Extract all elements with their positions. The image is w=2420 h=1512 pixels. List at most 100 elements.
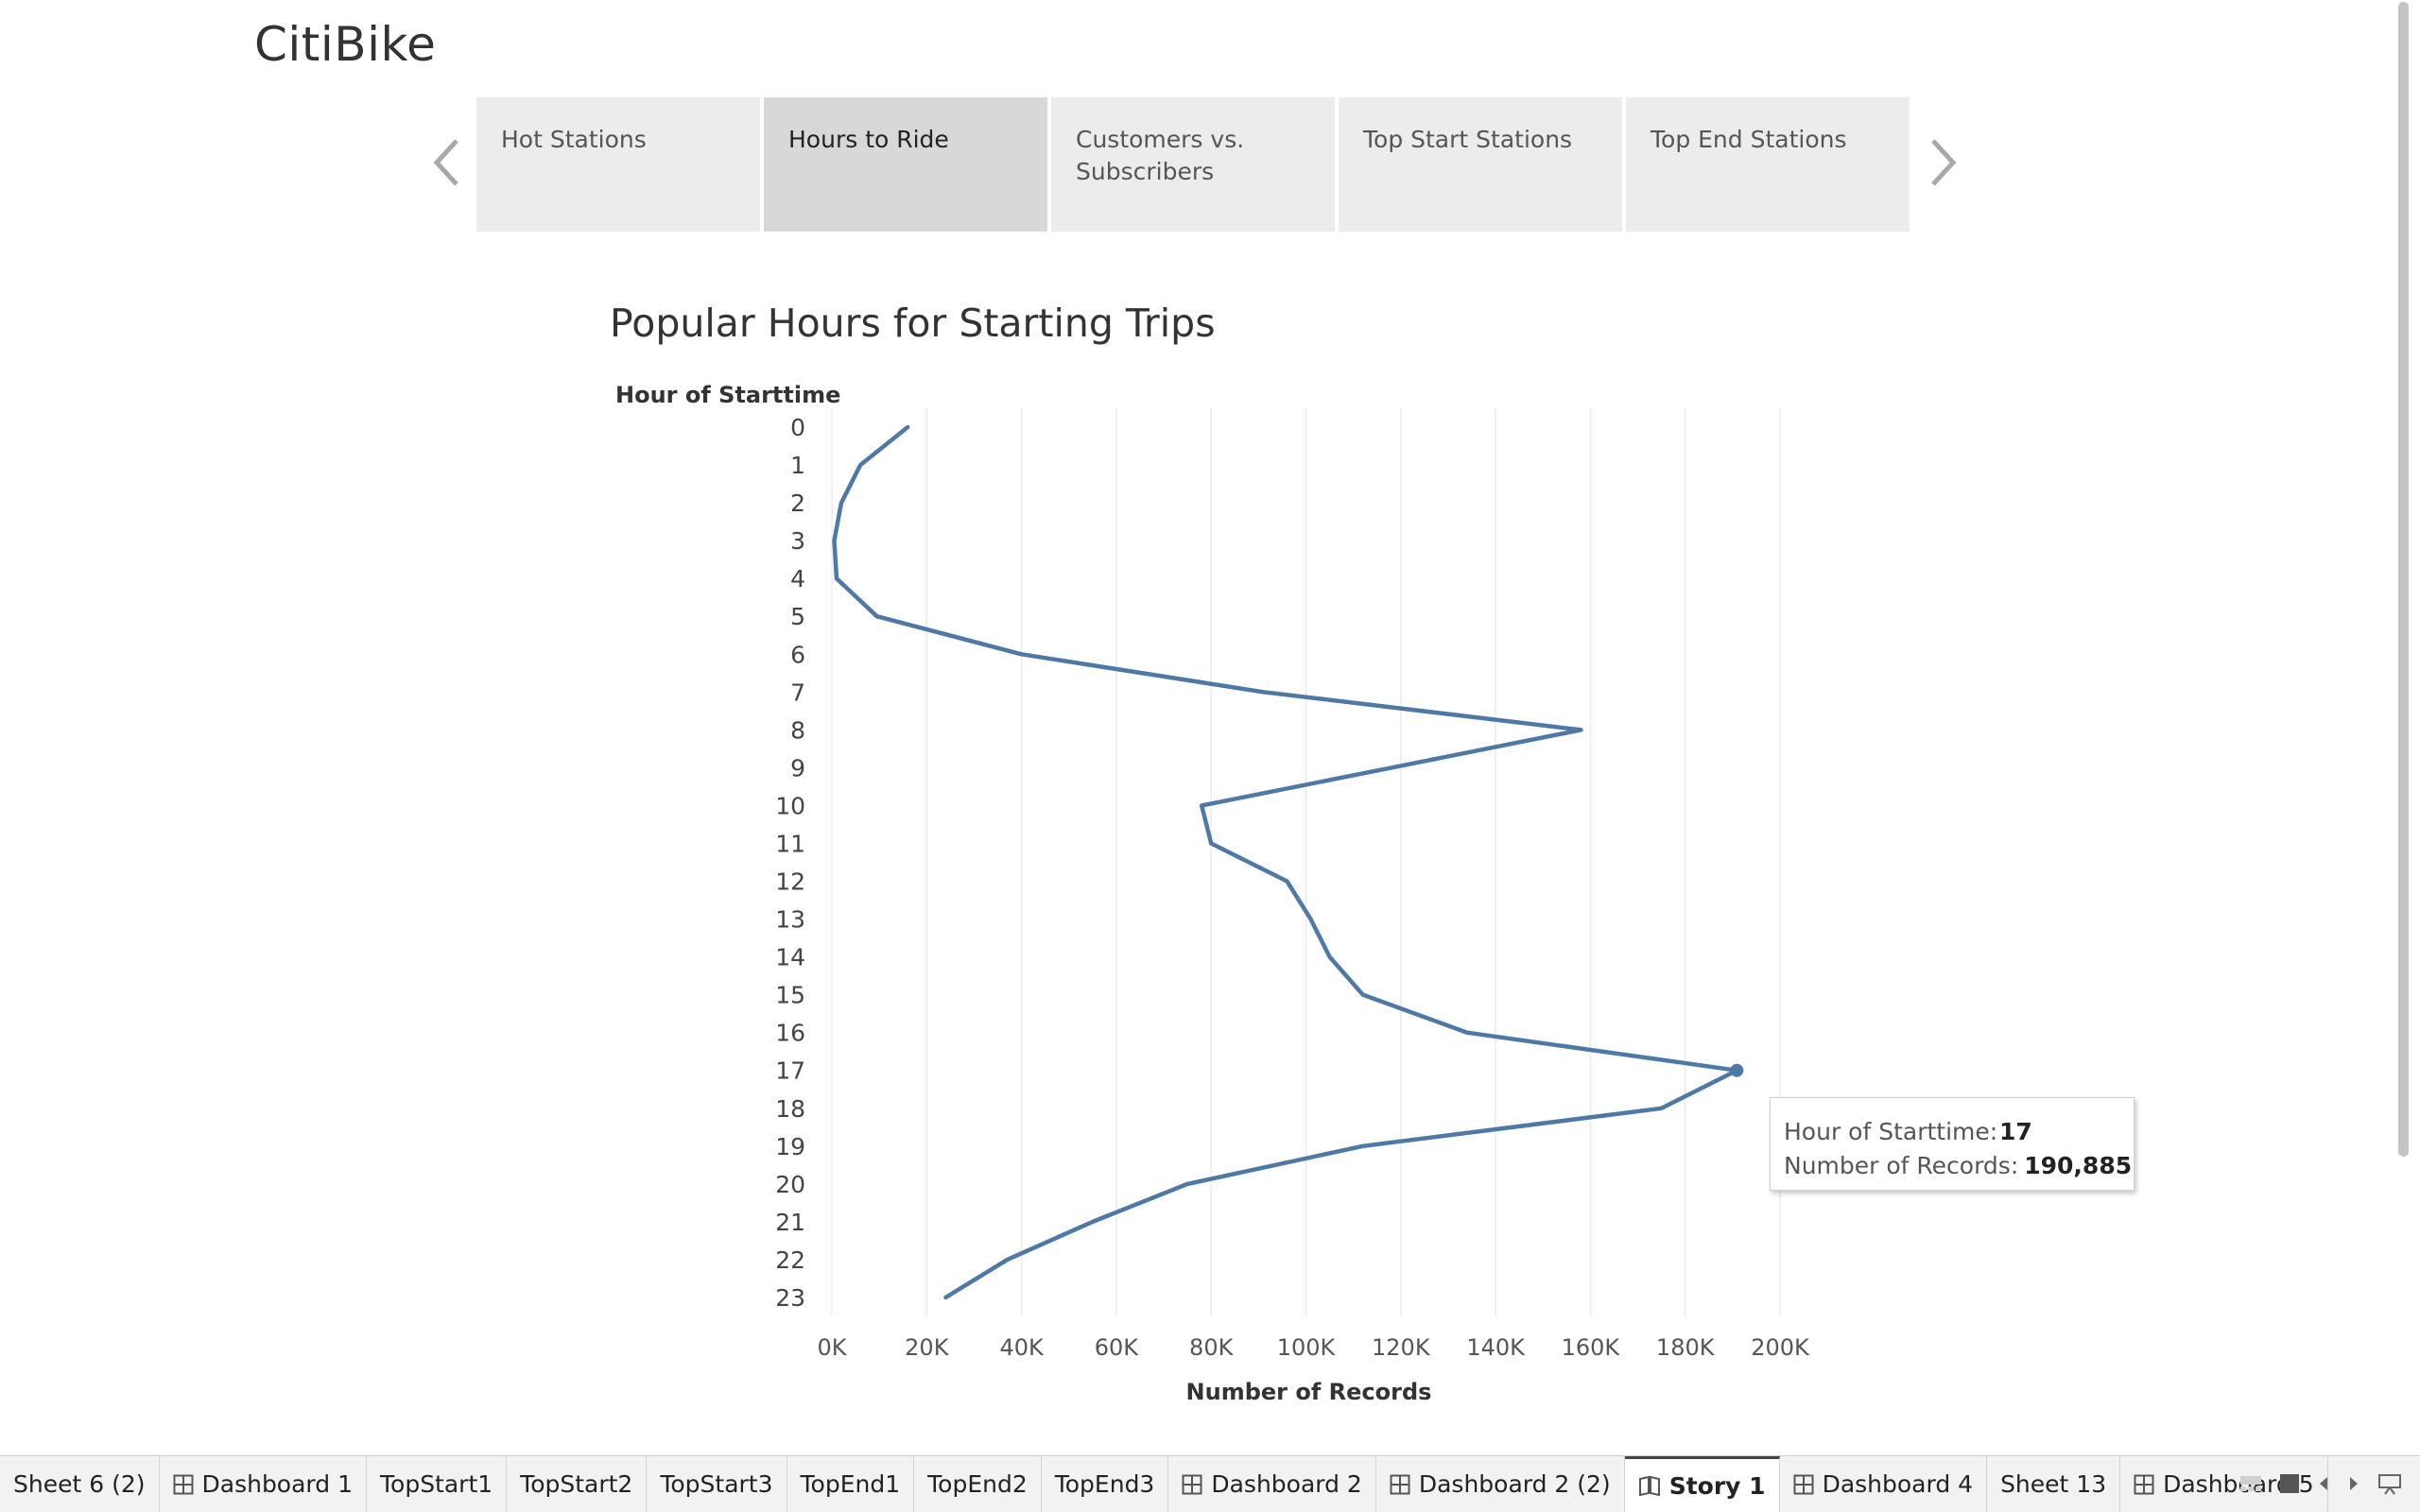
x-tick-label: 180K (1656, 1334, 1716, 1361)
x-tick-label: 160K (1562, 1334, 1621, 1361)
data-point (1361, 1144, 1365, 1148)
y-tick-label: 1 (790, 452, 805, 479)
sheet-tab-label: TopEnd1 (800, 1470, 901, 1498)
data-point (1660, 1107, 1664, 1110)
x-axis-title: Number of Records (1186, 1379, 1432, 1405)
sheet-tab-dashboard-1[interactable]: Dashboard 1 (160, 1456, 367, 1512)
sheet-tab-label: Dashboard 4 (1822, 1470, 1974, 1498)
data-point (839, 501, 843, 505)
y-tick-label: 8 (790, 716, 805, 744)
sheet-tab-topend1[interactable]: TopEnd1 (787, 1456, 915, 1512)
y-tick-label: 23 (775, 1284, 805, 1312)
sheet-tab-dashboard-4[interactable]: Dashboard 4 (1780, 1456, 1988, 1512)
data-point (1091, 1220, 1095, 1224)
y-tick-label: 0 (790, 414, 805, 441)
data-point (1390, 765, 1393, 769)
data-point (906, 425, 909, 429)
filmstrip-icon[interactable] (2239, 1474, 2262, 1493)
data-point (1579, 728, 1582, 731)
sheet-tab-dashboard-2[interactable]: Dashboard 2 (1168, 1456, 1376, 1512)
data-point (1185, 1182, 1189, 1186)
tooltip-records-label: Number of Records: (1784, 1152, 2019, 1179)
sheet-tab-label: Sheet 6 (2) (13, 1470, 146, 1498)
x-tick-label: 80K (1189, 1334, 1235, 1361)
y-tick-label: 9 (790, 754, 805, 782)
dashboard-icon (1390, 1474, 1410, 1495)
data-tooltip: Hour of Starttime:17 Number of Records: 1… (1770, 1097, 2135, 1191)
sheet-tab-topstart3[interactable]: TopStart3 (647, 1456, 787, 1512)
data-point (1361, 993, 1365, 997)
sheet-tab-label: Dashboard 2 (1211, 1470, 1362, 1498)
sheet-tab-label: TopStart3 (660, 1470, 773, 1498)
tooltip-records-row: Number of Records: 190,885 (1784, 1149, 2132, 1183)
sheet-tab-dashboard-2-2[interactable]: Dashboard 2 (2) (1376, 1456, 1625, 1512)
presentation-icon[interactable] (2377, 1472, 2402, 1495)
sheet-tab-sheet-13[interactable]: Sheet 13 (1987, 1456, 2121, 1512)
y-tick-label: 16 (775, 1020, 805, 1047)
scroll-right-icon[interactable] (2347, 1475, 2360, 1492)
y-tick-label: 13 (775, 906, 805, 934)
sheet-tabs: Sheet 6 (2) Dashboard 1 TopStart1 TopStart2… (0, 1456, 2328, 1512)
x-tick-label: 20K (905, 1334, 950, 1361)
sheet-tab-sheet-6-2[interactable]: Sheet 6 (2) (0, 1456, 160, 1512)
data-point (1200, 803, 1203, 807)
y-tick-label: 14 (775, 944, 805, 971)
dashboard-icon (2134, 1474, 2154, 1495)
y-tick-label: 17 (775, 1057, 805, 1085)
sheet-tab-bar: Sheet 6 (2) Dashboard 1 TopStart1 TopStart2… (0, 1455, 2420, 1512)
y-tick-label: 5 (790, 603, 805, 630)
sheet-tab-label: Story 1 (1668, 1471, 1766, 1500)
data-point (875, 614, 879, 618)
tab-bar-controls (2231, 1456, 2420, 1511)
y-tick-label: 11 (775, 830, 805, 857)
sheet-tab-topstart2[interactable]: TopStart2 (507, 1456, 648, 1512)
data-point (943, 1296, 947, 1299)
sheet-tab-label: TopStart2 (520, 1470, 633, 1498)
dashboard-icon (1793, 1474, 1814, 1495)
sheet-tab-story-1[interactable]: Story 1 (1624, 1456, 1780, 1512)
sheet-tab-label: Sheet 13 (2000, 1470, 2107, 1498)
x-tick-label: 40K (999, 1334, 1045, 1361)
y-tick-label: 20 (775, 1171, 805, 1198)
x-tick-label: 120K (1372, 1334, 1431, 1361)
x-tick-label: 200K (1751, 1334, 1810, 1361)
scroll-left-icon[interactable] (2317, 1475, 2330, 1492)
data-point (1328, 955, 1332, 959)
y-tick-label: 2 (790, 490, 805, 517)
y-tick-label: 19 (775, 1133, 805, 1160)
x-tick-label: 0K (817, 1334, 847, 1361)
x-tick-label: 100K (1277, 1334, 1337, 1361)
data-point (1261, 690, 1265, 694)
sheet-tab-topend3[interactable]: TopEnd3 (1042, 1456, 1169, 1512)
tooltip-hour-row: Hour of Starttime:17 (1784, 1115, 2120, 1149)
y-tick-label: 15 (775, 982, 805, 1009)
y-tick-label: 10 (775, 792, 805, 819)
y-tick-label: 18 (775, 1095, 805, 1123)
y-tick-label: 12 (775, 868, 805, 896)
x-tick-label: 140K (1466, 1334, 1526, 1361)
dashboard-icon (173, 1474, 194, 1495)
y-tick-label: 7 (790, 679, 805, 706)
sheet-tab-label: Dashboard 2 (2) (1418, 1470, 1611, 1498)
highlighted-data-point (1730, 1063, 1744, 1077)
vertical-scrollbar-thumb[interactable] (2398, 2, 2409, 1157)
tooltip-hour-value: 17 (1999, 1118, 2032, 1145)
sheet-tab-label: TopStart1 (380, 1470, 493, 1498)
data-point (1006, 1258, 1010, 1262)
tabs-icon[interactable] (2279, 1473, 2300, 1494)
line-chart: 0K 20K 40K 60K 80K 100K 120K 140K 160K 180K 200K 0 1… (615, 382, 1810, 1405)
sheet-tab-topstart1[interactable]: TopStart1 (367, 1456, 508, 1512)
story-icon (1638, 1475, 1661, 1496)
data-point (1465, 1031, 1469, 1035)
dashboard-icon (1182, 1474, 1202, 1495)
y-tick-label: 22 (775, 1246, 805, 1274)
data-point (858, 463, 862, 467)
series-line-number-of-records (832, 424, 1739, 1300)
x-tick-label: 60K (1095, 1334, 1140, 1361)
data-point (835, 576, 838, 580)
sheet-tab-topend2[interactable]: TopEnd2 (914, 1456, 1042, 1512)
data-point (833, 539, 837, 542)
y-tick-label: 6 (790, 641, 805, 668)
y-tick-label: 3 (790, 527, 805, 555)
y-axis-title: Hour of Starttime (615, 382, 840, 408)
